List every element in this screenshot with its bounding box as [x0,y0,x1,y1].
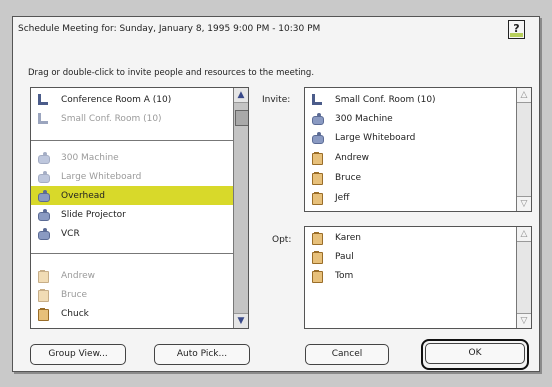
list-item[interactable]: Large Whiteboard [305,128,415,147]
list-item-label: Chuck [61,308,89,319]
list-item-label: 300 Machine [335,113,393,124]
list-item-label: 300 Machine [61,152,119,163]
list-item-label: Conference Room A (10) [61,94,172,105]
list-item[interactable]: Paul [305,247,354,266]
person-icon [311,191,323,205]
optional-scrollbar[interactable]: △ ▽ [516,227,531,328]
list-item-label: Large Whiteboard [335,132,416,143]
person-icon [37,307,49,321]
scroll-down-arrow-icon[interactable]: ▽ [517,196,531,211]
dialog-title: Schedule Meeting for: Sunday, January 8,… [18,24,321,34]
list-item-label: Tom [335,270,354,281]
list-item-label: Small Conf. Room (10) [61,113,162,124]
list-item[interactable]: Jeff [305,188,349,207]
list-item-label: Bruce [61,289,88,300]
person-icon [311,151,323,165]
person-icon [311,171,323,185]
list-item[interactable]: Andrew [305,148,369,167]
list-item[interactable]: Bruce [31,285,240,304]
person-icon [311,250,323,264]
equipment-icon [311,112,324,125]
section-divider [31,253,233,254]
person-icon [311,269,323,283]
scroll-up-arrow-icon[interactable]: △ [517,227,531,242]
scroll-thumb[interactable] [235,110,248,126]
equipment-icon [37,170,50,183]
equipment-icon [37,208,50,221]
instructions-text: Drag or double-click to invite people an… [28,68,315,78]
auto-pick-button[interactable]: Auto Pick... [154,344,250,365]
person-icon [37,288,49,302]
person-icon [311,231,323,245]
list-item-label: Large Whiteboard [61,171,142,182]
room-icon [37,93,49,106]
ok-button[interactable]: OK [425,343,525,364]
list-item-selected[interactable]: Overhead [31,186,234,205]
equipment-icon [37,189,50,202]
available-scrollbar[interactable]: ▲ ▼ [233,88,248,328]
list-item[interactable]: Tom [305,266,353,285]
person-icon [37,269,49,283]
list-item[interactable]: Chuck [31,304,240,323]
question-icon[interactable]: ? [508,20,525,39]
room-icon [37,112,49,125]
list-item[interactable]: Conference Room A (10) [31,90,240,109]
invite-list[interactable]: Small Conf. Room (10) 300 Machine Large … [304,87,532,212]
invite-scrollbar[interactable]: △ ▽ [516,88,531,211]
list-item[interactable]: VCR [31,224,240,243]
list-item-label: Paul [335,251,354,262]
list-item-label: Slide Projector [61,209,126,220]
list-item[interactable]: Slide Projector [31,205,240,224]
list-item-label: VCR [61,228,80,239]
invite-label: Invite: [262,95,291,105]
list-item[interactable]: Karen [305,228,361,247]
optional-list[interactable]: Karen Paul Tom △ ▽ [304,226,532,329]
list-item[interactable]: Small Conf. Room (10) [31,109,240,128]
list-item-label: Andrew [335,152,369,163]
optional-label: Opt: [272,235,292,245]
list-item[interactable]: Bruce [305,168,361,187]
available-list[interactable]: Conference Room A (10) Small Conf. Room … [30,87,249,329]
equipment-icon [311,131,324,144]
equipment-icon [37,151,50,164]
list-item[interactable]: 300 Machine [305,109,393,128]
cancel-button[interactable]: Cancel [305,344,389,365]
list-item-label: Andrew [61,270,95,281]
list-item-label: Bruce [335,172,362,183]
list-item[interactable]: Small Conf. Room (10) [305,90,436,109]
list-item[interactable]: 300 Machine [31,148,240,167]
list-item[interactable]: Andrew [31,266,240,285]
equipment-icon [37,227,50,240]
list-item-label: Karen [335,232,362,243]
list-item-label: Jeff [335,192,350,203]
list-item[interactable]: Large Whiteboard [31,167,240,186]
room-icon [311,93,323,106]
scroll-up-arrow-icon[interactable]: △ [517,88,531,103]
list-item-label: Small Conf. Room (10) [335,94,436,105]
scroll-down-arrow-icon[interactable]: ▼ [234,313,248,328]
scroll-up-arrow-icon[interactable]: ▲ [234,88,248,103]
group-view-button[interactable]: Group View... [30,344,126,365]
list-item-label: Overhead [61,190,105,201]
scroll-down-arrow-icon[interactable]: ▽ [517,313,531,328]
section-divider [31,140,233,141]
